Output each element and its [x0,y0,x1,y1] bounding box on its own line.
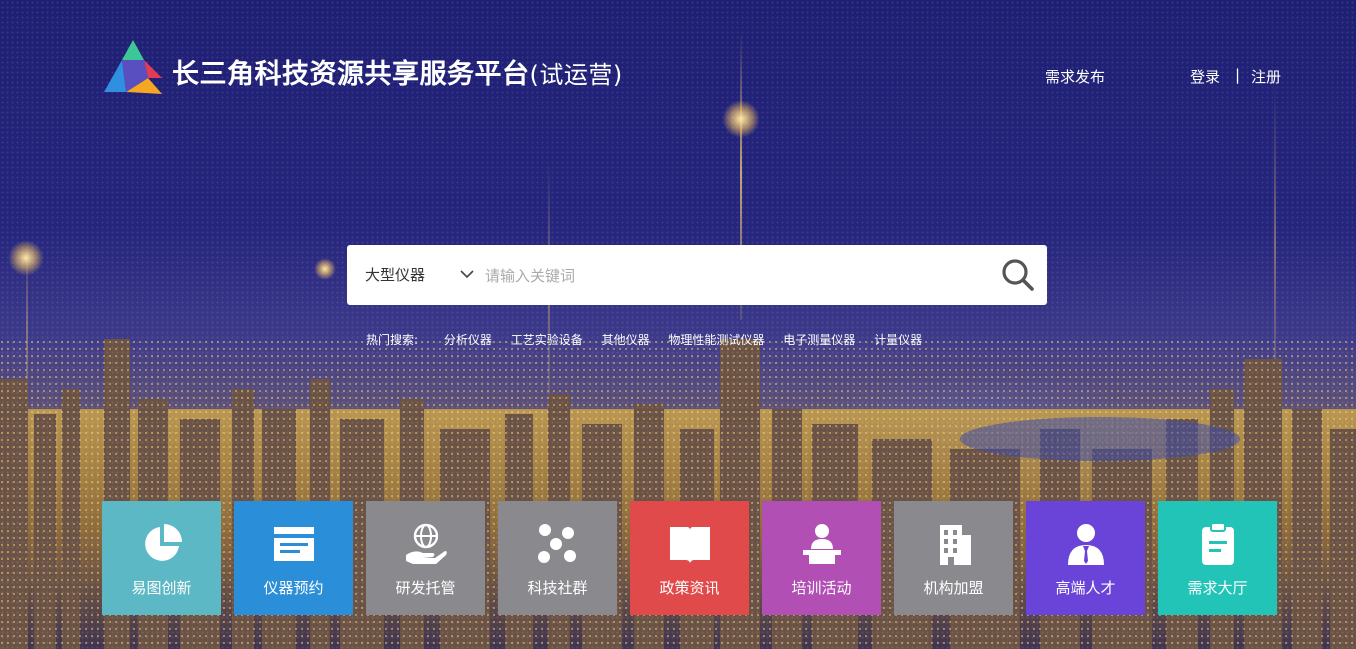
hot-search-link[interactable]: 物理性能测试仪器 [668,333,764,347]
site-title[interactable]: 长三角科技资源共享服务平台(试运营) [172,52,623,91]
search-bar: 大型仪器 [347,245,1047,305]
clipboard-icon [1202,522,1234,565]
chevron-down-icon [460,270,474,279]
hot-search-link[interactable]: 分析仪器 [444,333,492,347]
person-suit-icon [1068,524,1104,565]
podium-speaker-icon [803,524,841,564]
tile-label: 政策资讯 [659,579,720,597]
globe-hand-icon [406,523,447,564]
calendar-card-icon [274,527,314,561]
tile-label: 易图创新 [131,579,192,597]
tile-top-talent[interactable]: 高端人才 [1026,501,1145,615]
tile-instrument-booking[interactable]: 仪器预约 [234,501,353,615]
demand-publish-link[interactable]: 需求发布 [1045,66,1105,87]
tile-policy-news[interactable]: 政策资讯 [630,501,749,615]
login-link[interactable]: 登录 [1190,66,1220,87]
tile-label: 高端人才 [1055,579,1116,597]
tile-institution-join[interactable]: 机构加盟 [894,501,1013,615]
hot-search-row: 热门搜索: 分析仪器 工艺实验设备 其他仪器 物理性能测试仪器 电子测量仪器 计… [366,331,937,348]
category-selected-label: 大型仪器 [365,266,426,284]
tile-tech-community[interactable]: 科技社群 [498,501,617,615]
register-link[interactable]: 注册 [1251,66,1281,87]
hot-search-label: 热门搜索: [366,333,419,347]
hot-search-link[interactable]: 其他仪器 [602,333,650,347]
tile-label: 研发托管 [395,579,456,597]
book-icon [670,527,710,563]
nav-separator: | [1235,66,1241,84]
search-icon[interactable] [1001,258,1035,292]
tile-training-events[interactable]: 培训活动 [762,501,881,615]
category-dropdown[interactable]: 大型仪器 [365,245,474,305]
site-title-suffix: (试运营) [529,61,623,89]
tile-demand-hall[interactable]: 需求大厅 [1158,501,1277,615]
hot-search-link[interactable]: 电子测量仪器 [783,333,855,347]
pie-chart-icon [145,524,182,561]
hot-search-link[interactable]: 计量仪器 [874,333,922,347]
platform-logo-icon [104,40,162,94]
community-dots-icon [538,524,576,563]
site-title-main: 长三角科技资源共享服务平台 [172,59,530,90]
tile-label: 培训活动 [791,579,852,597]
tile-yitu-innovation[interactable]: 易图创新 [102,501,221,615]
tile-label: 机构加盟 [923,579,984,597]
search-input[interactable] [483,259,987,293]
hot-search-link[interactable]: 工艺实验设备 [511,333,583,347]
tile-label: 仪器预约 [263,579,324,597]
tile-label: 需求大厅 [1187,579,1248,597]
tile-rd-hosting[interactable]: 研发托管 [366,501,485,615]
tile-label: 科技社群 [527,579,588,597]
building-icon [940,525,971,565]
